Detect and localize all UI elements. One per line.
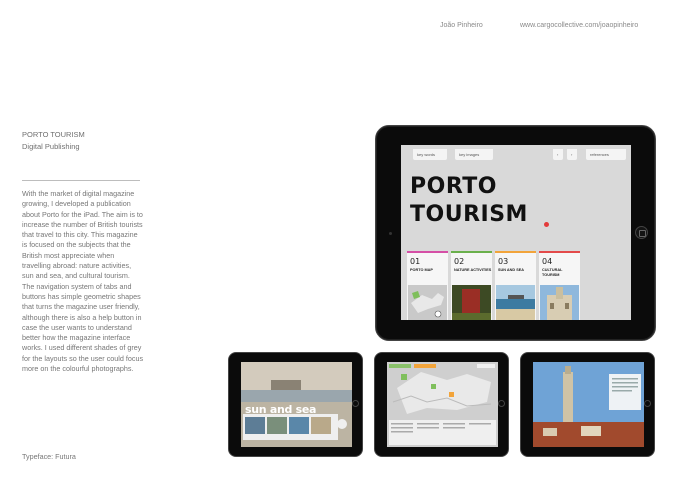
nature-thumbnail (452, 285, 491, 320)
map-screen (387, 362, 498, 447)
cover-title-line1: PORTO (410, 174, 497, 199)
portfolio-link[interactable]: www.cargocollective.com/joaopinheiro (520, 22, 638, 29)
church-thumbnail (540, 285, 579, 320)
home-button-icon (352, 400, 359, 407)
ipad-sun-sea-mockup: sun and sea (228, 352, 363, 457)
section-number: 03 (498, 257, 509, 266)
home-button-icon (644, 400, 651, 407)
home-button-icon (498, 400, 505, 407)
section-heading: sun and sea (245, 403, 317, 416)
section-card-nature[interactable]: 02 NATURE ACTIVITIES (451, 251, 492, 320)
section-label: NATURE ACTIVITIES (454, 268, 492, 272)
cultural-screen (533, 362, 644, 447)
project-subtitle: Digital Publishing (22, 142, 80, 151)
red-dot-icon (544, 222, 549, 227)
divider (22, 180, 140, 181)
prev-page-button[interactable]: ‹ (553, 149, 563, 160)
section-card-porto-map[interactable]: 01 PORTO MAP (407, 251, 448, 320)
ipad-map-mockup (374, 352, 509, 457)
beach-thumbnail (496, 285, 535, 320)
next-page-button[interactable]: › (567, 149, 577, 160)
cover-title-line2: TOURISM (410, 202, 528, 227)
project-description: With the market of digital magazine grow… (22, 189, 144, 374)
camera-icon (389, 232, 392, 235)
ipad-main-mockup: key words key images ‹ › references PORT… (375, 125, 656, 341)
ipad-cultural-mockup (520, 352, 655, 457)
tab-references[interactable]: references (586, 149, 626, 160)
map-thumbnail (408, 285, 447, 320)
section-label: PORTO MAP (410, 268, 433, 272)
magazine-cover-screen: key words key images ‹ › references PORT… (401, 145, 631, 320)
section-number: 01 (410, 257, 421, 266)
section-card-cultural[interactable]: 04 CULTURAL TOURISM (539, 251, 580, 320)
typeface-note: Typeface: Futura (22, 452, 76, 461)
section-number: 04 (542, 257, 553, 266)
section-number: 02 (454, 257, 465, 266)
tab-key-words[interactable]: key words (413, 149, 447, 160)
sun-sea-screen: sun and sea (241, 362, 352, 447)
section-card-sun-sea[interactable]: 03 SUN AND SEA (495, 251, 536, 320)
project-title: PORTO TOURISM (22, 130, 85, 139)
home-button-icon (635, 226, 648, 239)
author-name: João Pinheiro (440, 22, 483, 29)
tab-key-images[interactable]: key images (455, 149, 493, 160)
section-label: CULTURAL TOURISM (542, 268, 563, 277)
section-label: SUN AND SEA (498, 268, 525, 272)
